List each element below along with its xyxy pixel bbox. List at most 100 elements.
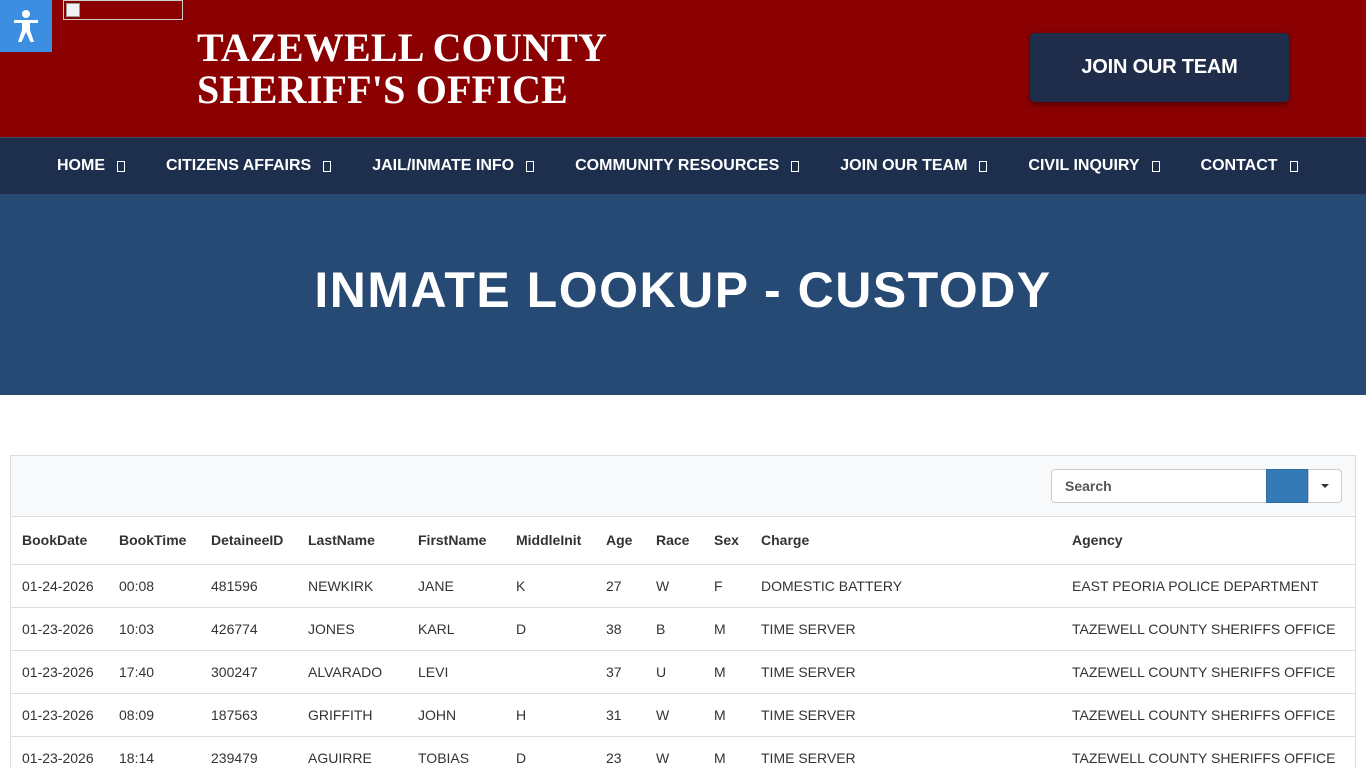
column-header[interactable]: Agency [1061,517,1355,565]
join-our-team-button[interactable]: JOIN OUR TEAM [1030,33,1289,102]
cell-booktime: 18:14 [108,736,200,768]
table-header-row: BookDate BookTime DetaineeID LastName Fi… [11,517,1355,565]
cell-sex: M [703,736,750,768]
dropdown-icon [1289,160,1298,172]
cell-charge: TIME SERVER [750,736,1061,768]
cell-firstname: JANE [407,564,505,608]
dropdown-icon [791,160,800,172]
cell-lastname: ALVARADO [297,650,407,694]
accessibility-button[interactable] [0,0,52,52]
cell-middleinit: D [505,736,595,768]
cell-age: 37 [595,650,645,694]
cell-lastname: AGUIRRE [297,736,407,768]
cell-middleinit [505,650,595,694]
cell-lastname: JONES [297,607,407,651]
column-header[interactable]: BookTime [108,517,200,565]
cell-bookdate: 01-23-2026 [11,607,108,651]
nav-item-label: HOME [57,157,105,174]
site-header: TAZEWELL COUNTY SHERIFF'S OFFICE JOIN OU… [0,0,1366,137]
site-title-line2: SHERIFF'S OFFICE [197,67,569,112]
cell-race: W [645,693,703,737]
cell-age: 23 [595,736,645,768]
cell-agency: TAZEWELL COUNTY SHERIFFS OFFICE [1061,650,1355,694]
dropdown-icon [979,160,988,172]
cell-race: B [645,607,703,651]
search-options-dropdown[interactable] [1308,469,1342,503]
cell-age: 27 [595,564,645,608]
column-header[interactable]: Race [645,517,703,565]
nav-item-community-resources[interactable]: COMMUNITY RESOURCES [575,157,800,175]
table-row[interactable]: 01-23-2026 18:14 239479 AGUIRRE TOBIAS D… [11,736,1355,768]
search-input[interactable] [1051,469,1266,503]
table-row[interactable]: 01-23-2026 08:09 187563 GRIFFITH JOHN H … [11,693,1355,737]
dropdown-icon [526,160,535,172]
cell-lastname: GRIFFITH [297,693,407,737]
cell-sex: F [703,564,750,608]
cell-agency: EAST PEORIA POLICE DEPARTMENT [1061,564,1355,608]
dropdown-icon [323,160,332,172]
cell-detaineeid: 481596 [200,564,297,608]
column-header[interactable]: Charge [750,517,1061,565]
cell-age: 38 [595,607,645,651]
nav-item-label: CITIZENS AFFAIRS [166,157,312,174]
site-title-line1: TAZEWELL COUNTY [197,25,608,70]
column-header[interactable]: LastName [297,517,407,565]
column-header[interactable]: FirstName [407,517,505,565]
cell-agency: TAZEWELL COUNTY SHERIFFS OFFICE [1061,693,1355,737]
column-header[interactable]: Sex [703,517,750,565]
column-header[interactable]: MiddleInit [505,517,595,565]
cell-agency: TAZEWELL COUNTY SHERIFFS OFFICE [1061,607,1355,651]
cell-charge: DOMESTIC BATTERY [750,564,1061,608]
cell-booktime: 00:08 [108,564,200,608]
cell-firstname: JOHN [407,693,505,737]
cell-lastname: NEWKIRK [297,564,407,608]
cell-booktime: 10:03 [108,607,200,651]
cell-firstname: LEVI [407,650,505,694]
cell-booktime: 08:09 [108,693,200,737]
column-header[interactable]: DetaineeID [200,517,297,565]
nav-item-jail-inmate-info[interactable]: JAIL/INMATE INFO [372,157,535,175]
dropdown-icon [117,160,125,172]
cell-firstname: TOBIAS [407,736,505,768]
cell-bookdate: 01-23-2026 [11,693,108,737]
page-title: INMATE LOOKUP - CUSTODY [314,261,1052,318]
broken-image-icon [66,3,80,17]
cell-race: W [645,564,703,608]
table-row[interactable]: 01-23-2026 10:03 426774 JONES KARL D 38 … [11,607,1355,651]
nav-item-join-our-team[interactable]: JOIN OUR TEAM [840,157,988,175]
cell-charge: TIME SERVER [750,650,1061,694]
inmate-table-panel: BookDate BookTime DetaineeID LastName Fi… [10,455,1356,768]
cell-bookdate: 01-23-2026 [11,736,108,768]
cell-detaineeid: 426774 [200,607,297,651]
inmate-table: BookDate BookTime DetaineeID LastName Fi… [11,517,1355,768]
search-button[interactable] [1266,469,1308,503]
table-row[interactable]: 01-24-2026 00:08 481596 NEWKIRK JANE K 2… [11,564,1355,608]
cell-bookdate: 01-24-2026 [11,564,108,608]
cell-sex: M [703,607,750,651]
nav-item-label: CIVIL INQUIRY [1028,157,1140,174]
site-title[interactable]: TAZEWELL COUNTY SHERIFF'S OFFICE [197,27,607,111]
cell-agency: TAZEWELL COUNTY SHERIFFS OFFICE [1061,736,1355,768]
nav-item-civil-inquiry[interactable]: CIVIL INQUIRY [1028,157,1160,175]
cell-bookdate: 01-23-2026 [11,650,108,694]
nav-item-contact[interactable]: CONTACT [1201,157,1298,175]
cell-charge: TIME SERVER [750,693,1061,737]
main-nav: HOME CITIZENS AFFAIRS JAIL/INMATE INFO C… [0,137,1366,194]
cell-middleinit: K [505,564,595,608]
chevron-down-icon [1321,484,1329,488]
cell-sex: M [703,693,750,737]
cell-race: U [645,650,703,694]
cell-detaineeid: 187563 [200,693,297,737]
accessibility-icon [14,10,38,42]
site-logo-image[interactable] [63,0,183,20]
cell-middleinit: D [505,607,595,651]
nav-item-citizens-affairs[interactable]: CITIZENS AFFAIRS [166,157,332,175]
column-header[interactable]: Age [595,517,645,565]
cell-detaineeid: 239479 [200,736,297,768]
cell-firstname: KARL [407,607,505,651]
page-banner: INMATE LOOKUP - CUSTODY [0,194,1366,395]
nav-item-home[interactable]: HOME [57,157,125,175]
cell-detaineeid: 300247 [200,650,297,694]
column-header[interactable]: BookDate [11,517,108,565]
table-row[interactable]: 01-23-2026 17:40 300247 ALVARADO LEVI 37… [11,650,1355,694]
